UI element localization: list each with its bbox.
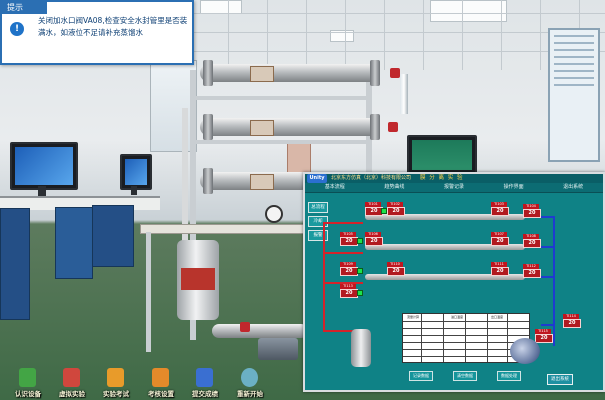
tube-label — [250, 120, 274, 136]
flow-line — [323, 222, 325, 332]
monitor-stand — [131, 186, 137, 195]
temperature-readout: 20 — [523, 209, 541, 218]
temperature-readout: 20 — [387, 207, 405, 216]
wall-monitor — [407, 135, 477, 175]
hint-text: 关闭加水口阀VA08,检查安全水封管里是否装满水，如液位不足请补充蒸馏水 — [38, 16, 188, 37]
cabinet — [92, 205, 134, 267]
red-poster — [287, 142, 311, 174]
toolbar-equipment-button[interactable]: 认识设备 — [6, 366, 50, 400]
toolbar-label: 重新开始 — [237, 390, 263, 398]
toolbar-submit-button[interactable]: 提交成绩 — [183, 366, 227, 400]
company-logo: Unity — [307, 174, 327, 183]
equipment-frame — [196, 140, 372, 144]
tube-flange — [203, 168, 213, 194]
tube-flange — [203, 114, 213, 140]
virtual-experiment-icon — [63, 368, 80, 387]
temperature-readout: 20 — [535, 334, 553, 343]
valve — [388, 122, 398, 132]
temperature-readout: 20 — [365, 237, 383, 246]
membrane-tube — [200, 118, 380, 136]
toolbar-label: 实验考试 — [103, 390, 129, 398]
desk-monitor — [10, 142, 78, 190]
pump-icon — [510, 338, 540, 364]
nav-exit[interactable]: 退出系统 — [543, 183, 603, 192]
nav-basic-flow[interactable]: 基本流程 — [305, 183, 365, 192]
table-leg — [146, 232, 151, 352]
desk-monitor — [120, 154, 152, 190]
status-indicator — [357, 290, 363, 296]
monitor-stand — [38, 186, 46, 196]
save-icon — [196, 368, 213, 387]
status-indicator — [357, 268, 363, 274]
status-indicator — [381, 208, 387, 214]
toolbar-virtual-experiment-button[interactable]: 虚拟实验 — [50, 366, 94, 400]
tube-flange — [370, 60, 380, 86]
temperature-readout: 20 — [491, 207, 509, 216]
dcs-tank — [351, 329, 371, 367]
nav-operation[interactable]: 操作界面 — [484, 183, 544, 192]
exam-icon — [107, 368, 124, 387]
hint-panel: 提示 ! 关闭加水口阀VA08,检查安全水封管里是否装满水，如液位不足请补充蒸馏… — [0, 0, 194, 65]
equipment-frame — [196, 96, 372, 100]
status-indicator — [357, 238, 363, 244]
temperature-readout: 20 — [340, 289, 358, 298]
toolbar-label: 认识设备 — [15, 390, 41, 398]
tube-flange — [370, 114, 380, 140]
valve — [390, 68, 400, 78]
equipment-icon — [19, 368, 36, 387]
company-name: 北京东方仿真（北京）科技有限公司 — [331, 175, 412, 181]
flow-line — [541, 324, 555, 326]
dcs-panel: Unity 北京东方仿真（北京）科技有限公司 膜 分 离 实 验 基本流程 趋势… — [303, 172, 605, 392]
dcs-title: 膜 分 离 实 验 — [420, 175, 464, 181]
side-button-alarm[interactable]: 报警 — [308, 230, 328, 241]
temperature-readout: 20 — [563, 319, 581, 328]
toolbar-restart-button[interactable]: 重新开始 — [228, 366, 272, 400]
dcs-nav: 基本流程 趋势曲线 报警记录 操作界面 退出系统 — [305, 183, 603, 193]
flow-line — [553, 216, 555, 346]
temperature-readout: 20 — [523, 239, 541, 248]
cabinet — [55, 207, 93, 279]
toolbar-exam-button[interactable]: 实验考试 — [94, 366, 138, 400]
pressure-gauge — [265, 205, 283, 223]
flow-line — [323, 252, 363, 254]
temperature-readout: 20 — [340, 267, 358, 276]
vertical-pipe — [400, 74, 408, 114]
toolbar-settings-button[interactable]: 考核设置 — [139, 366, 183, 400]
toolbar-label: 提交成绩 — [192, 390, 218, 398]
bottom-toolbar: 认识设备 虚拟实验 实验考试 考核设置 提交成绩 重新开始 — [0, 366, 605, 400]
toolbar-label: 考核设置 — [148, 390, 174, 398]
equipment-table — [140, 224, 312, 234]
pump-motor — [258, 338, 298, 360]
dcs-header: Unity 北京东方仿真（北京）科技有限公司 膜 分 离 实 验 — [305, 174, 603, 183]
temperature-readout: 20 — [387, 267, 405, 276]
side-button-main[interactable]: 总流程 — [308, 202, 328, 213]
nav-trend[interactable]: 趋势曲线 — [365, 183, 425, 192]
temperature-readout: 20 — [491, 237, 509, 246]
tank-label — [181, 268, 215, 290]
tube-label — [250, 174, 274, 190]
temperature-readout: 20 — [491, 267, 509, 276]
table-header: 流量计算 — [407, 315, 420, 319]
valve — [240, 322, 250, 332]
tube-flange — [203, 60, 213, 86]
info-icon: ! — [10, 22, 24, 36]
flow-line — [323, 330, 353, 332]
table-header: 进口温度 — [451, 315, 464, 319]
ceiling-grid — [190, 0, 605, 70]
flow-line — [323, 222, 363, 224]
temperature-readout: 20 — [523, 269, 541, 278]
cabinet — [0, 208, 30, 320]
tube-label — [250, 66, 274, 82]
hint-title: 提示 — [2, 2, 47, 14]
settings-icon — [152, 368, 169, 387]
wall-poster — [548, 28, 600, 162]
temperature-readout: 20 — [340, 237, 358, 246]
table-header: 出口温度 — [491, 315, 504, 319]
nav-alarm[interactable]: 报警记录 — [424, 183, 484, 192]
toolbar-label: 虚拟实验 — [59, 390, 85, 398]
bottom-pipe — [212, 324, 308, 338]
membrane-tube — [200, 64, 380, 82]
restart-icon — [241, 368, 258, 387]
